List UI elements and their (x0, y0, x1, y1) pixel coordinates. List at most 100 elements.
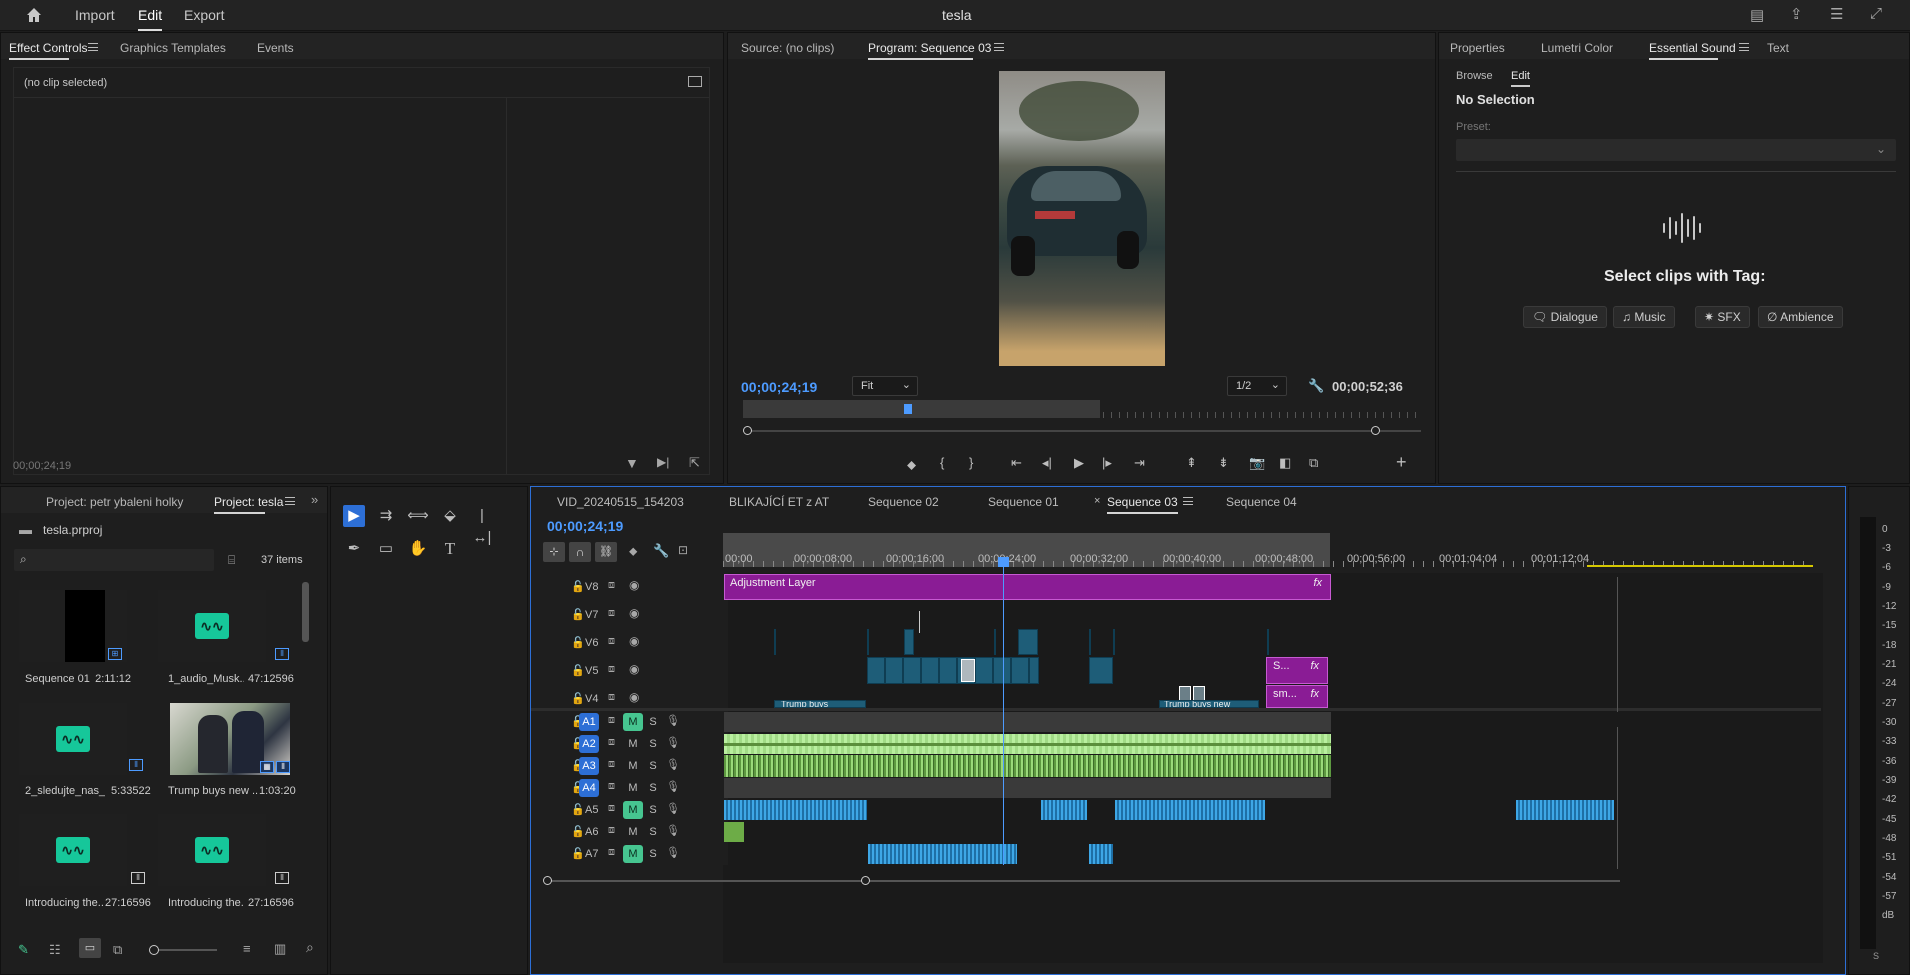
audio-clip-a7[interactable] (868, 844, 1017, 864)
export-icon[interactable]: ⇱ (689, 455, 700, 471)
fullscreen-icon[interactable]: ⤢ (1870, 5, 1882, 22)
go-to-in-icon[interactable]: ⇤ (1011, 455, 1022, 471)
sync-lock-icon[interactable]: ⧈ (608, 824, 615, 837)
tab-properties[interactable]: Properties (1450, 41, 1505, 55)
video-clip[interactable] (1113, 629, 1115, 655)
film-icon[interactable]: ⧈ (608, 691, 615, 704)
scroll-handle-left[interactable] (543, 876, 552, 885)
lock-icon[interactable]: 🔓 (571, 608, 585, 621)
button-editor-icon[interactable]: + (1396, 452, 1407, 473)
timeline-settings-icon[interactable]: 🔧 (653, 543, 669, 559)
panel-menu-icon[interactable] (1739, 43, 1749, 51)
tab-project-tesla[interactable]: Project: tesla (214, 495, 283, 514)
project-item-audio[interactable]: ∿∿ ⫴ (158, 814, 289, 886)
snap-icon[interactable]: ∩ (569, 542, 591, 562)
selected-video-clip[interactable] (961, 659, 975, 682)
lock-icon[interactable]: 🔓 (571, 664, 585, 677)
trump-clip[interactable]: Trump buys (774, 700, 866, 708)
pink-clip-v5[interactable]: S... fx (1266, 657, 1328, 684)
tab-program[interactable]: Program: Sequence 03 (868, 41, 991, 60)
solo-button[interactable]: S (643, 823, 663, 841)
film-icon[interactable]: ⧈ (608, 663, 615, 676)
mic-icon[interactable]: 🎙 (666, 824, 680, 837)
solo-button[interactable]: S (643, 757, 663, 775)
video-clip[interactable] (867, 657, 1039, 684)
mute-button[interactable]: M (623, 779, 643, 797)
mute-button[interactable]: M (623, 757, 643, 775)
linked-selection-icon[interactable]: ⛓ (595, 542, 617, 562)
panel-menu-icon[interactable] (285, 497, 295, 505)
video-clip[interactable] (904, 629, 914, 655)
film-icon[interactable]: ⧈ (608, 635, 615, 648)
ambience-tag-button[interactable]: ∅ Ambience (1758, 306, 1843, 328)
toggle-timeline-icon[interactable] (688, 76, 702, 87)
sync-lock-icon[interactable]: ⧈ (608, 736, 615, 749)
mic-icon[interactable]: 🎙 (666, 758, 680, 771)
tab-graphics-templates[interactable]: Graphics Templates (120, 41, 226, 55)
sfx-tag-button[interactable]: ✷ SFX (1695, 306, 1750, 328)
tab-sequence-03[interactable]: Sequence 03 (1107, 495, 1178, 514)
mute-button[interactable]: M (623, 845, 643, 863)
nav-edit[interactable]: Edit (138, 7, 163, 31)
comparison-view-icon[interactable]: ◧ (1279, 455, 1291, 471)
eye-icon[interactable]: ◉ (629, 690, 639, 704)
automate-icon[interactable]: ▥ (274, 941, 286, 957)
resolution-dropdown[interactable]: 1/2 ⌄ (1227, 376, 1287, 396)
freeform-view-icon[interactable]: ⧉ (113, 942, 122, 958)
home-icon[interactable] (24, 5, 44, 25)
lift-icon[interactable]: ⇞ (1186, 455, 1197, 471)
preset-dropdown[interactable]: ⌄ (1456, 139, 1896, 161)
workspaces-icon[interactable]: ▤ (1750, 6, 1764, 24)
scroll-handle-right[interactable] (1371, 426, 1380, 435)
eye-icon[interactable]: ◉ (629, 662, 639, 676)
film-icon[interactable]: ⧈ (608, 607, 615, 620)
tab-lumetri-color[interactable]: Lumetri Color (1541, 41, 1613, 55)
project-item-audio[interactable]: ∿∿ ⫴ (158, 590, 289, 662)
captions-icon[interactable]: ⊡ (678, 543, 688, 557)
solo-button[interactable]: S (643, 713, 663, 731)
project-item-video[interactable]: ▦ ⫴ (170, 703, 290, 775)
tab-essential-sound[interactable]: Essential Sound (1649, 41, 1736, 60)
solo-button[interactable]: S (643, 845, 663, 863)
tab-blikajici[interactable]: BLIKAJÍCÍ ET z AT (729, 495, 829, 509)
rectangle-tool-icon[interactable]: ▭ (375, 538, 397, 560)
panel-menu-icon[interactable] (88, 43, 98, 51)
tab-sequence-02[interactable]: Sequence 02 (868, 495, 939, 509)
add-marker-icon[interactable]: ⬥ (907, 457, 916, 473)
solo-button[interactable]: S (643, 735, 663, 753)
music-tag-button[interactable]: ♫ Music (1613, 306, 1675, 328)
type-tool-icon[interactable]: T (439, 538, 461, 560)
project-item-audio[interactable]: ∿∿ ⫴ (19, 814, 145, 886)
audio-clip-a5[interactable] (1516, 800, 1614, 820)
nav-export[interactable]: Export (184, 7, 224, 23)
mute-button[interactable]: M (623, 823, 643, 841)
video-scrollbar[interactable] (1617, 577, 1618, 712)
mic-icon[interactable]: 🎙 (666, 780, 680, 793)
project-item-sequence[interactable]: ⊞ (19, 590, 127, 662)
solo-button[interactable]: S (643, 801, 663, 819)
audio-clip-a6[interactable] (724, 822, 744, 842)
sort-icon[interactable]: ≡ (243, 941, 251, 956)
tab-source[interactable]: Source: (no clips) (741, 41, 834, 55)
audio-scrollbar[interactable] (1617, 727, 1618, 869)
close-tab-icon[interactable]: × (1094, 495, 1100, 507)
timeline-playhead[interactable] (998, 557, 1009, 865)
sync-lock-icon[interactable]: ⧈ (608, 714, 615, 727)
scroll-handle-left[interactable] (743, 426, 752, 435)
track-target[interactable]: A3 (579, 757, 599, 775)
lock-icon[interactable]: 🔓 (571, 803, 585, 816)
filter-icon[interactable]: ▼ (625, 455, 639, 471)
selection-tool-icon[interactable]: ▶ (343, 505, 365, 527)
lock-icon[interactable]: 🔓 (571, 636, 585, 649)
mic-icon[interactable]: 🎙 (666, 846, 680, 859)
project-item-audio[interactable]: ∿∿ ⫴ (19, 703, 143, 775)
find-icon[interactable]: ⌸ (228, 553, 235, 568)
settings-icon[interactable]: ☰ (1830, 5, 1843, 23)
thumbnail-size-slider[interactable] (149, 945, 217, 955)
zoom-scrollbar[interactable] (743, 426, 1421, 435)
lock-icon[interactable]: 🔓 (571, 692, 585, 705)
tab-text[interactable]: Text (1767, 41, 1789, 55)
nest-toggle-icon[interactable]: ⊹ (543, 542, 565, 562)
audio-clip-a7[interactable] (1089, 844, 1113, 864)
track-target[interactable]: A1 (579, 713, 599, 731)
